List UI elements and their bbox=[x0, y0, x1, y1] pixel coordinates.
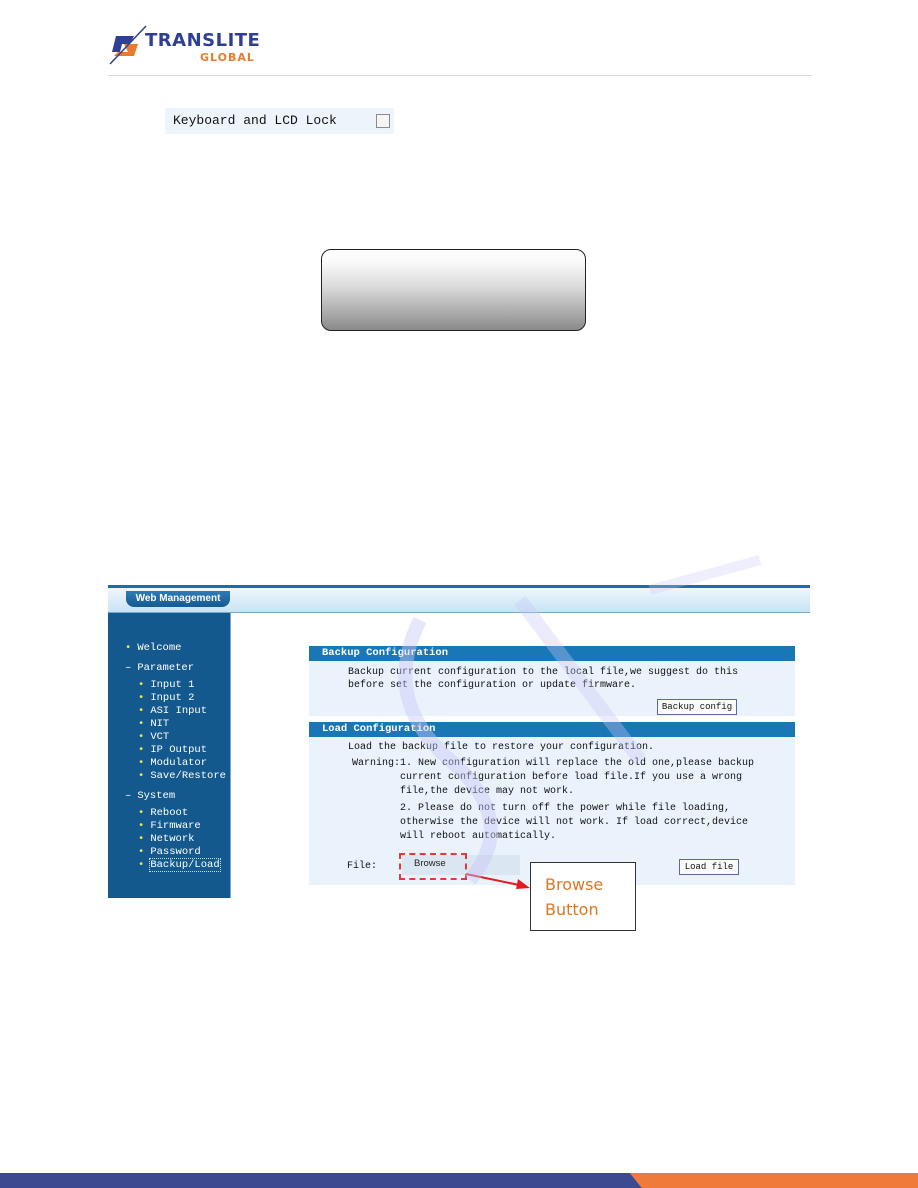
sidebar-item-asi-input[interactable]: • ASI Input bbox=[138, 705, 207, 717]
collapse-dash-icon: – bbox=[125, 662, 132, 674]
sidebar-label: Firmware bbox=[150, 820, 201, 832]
sidebar-item-network[interactable]: • Network bbox=[138, 833, 194, 845]
sidebar-item-ip-output[interactable]: • IP Output bbox=[138, 744, 207, 756]
load-section-title: Load Configuration bbox=[309, 722, 795, 737]
sidebar-label: Input 1 bbox=[150, 679, 195, 691]
sidebar-label: Network bbox=[150, 833, 195, 845]
bullet-icon: • bbox=[138, 820, 145, 832]
sidebar-item-firmware[interactable]: • Firmware bbox=[138, 820, 201, 832]
browse-button-callout: Browse Button bbox=[530, 862, 636, 931]
sidebar-item-input-2[interactable]: • Input 2 bbox=[138, 692, 194, 704]
sidebar-group-parameter[interactable]: – Parameter bbox=[125, 662, 194, 674]
sidebar-item-reboot[interactable]: • Reboot bbox=[138, 807, 188, 819]
sidebar-label: Backup/Load bbox=[149, 858, 221, 872]
backup-description-line1: Backup current configuration to the loca… bbox=[348, 667, 739, 678]
backup-section-title: Backup Configuration bbox=[309, 646, 795, 661]
tab-web-management[interactable]: Web Management bbox=[126, 591, 230, 607]
keyboard-lock-row: Keyboard and LCD Lock bbox=[165, 108, 394, 134]
brand-logo: TRANSLITE GLOBAL bbox=[108, 22, 268, 66]
sidebar-label: Save/Restore bbox=[150, 770, 226, 782]
sidebar-item-backup-load[interactable]: • Backup/Load bbox=[138, 858, 221, 872]
brand-subname: GLOBAL bbox=[200, 51, 255, 64]
warning-label: Warning: bbox=[352, 758, 401, 769]
sidebar-label: Password bbox=[150, 846, 201, 858]
sidebar-group-system[interactable]: – System bbox=[125, 790, 175, 802]
warning2-line2: otherwise the device will not work. If l… bbox=[400, 817, 749, 828]
sidebar-label: Modulator bbox=[150, 757, 208, 769]
browse-highlight-box bbox=[399, 853, 467, 880]
sidebar-item-nit[interactable]: • NIT bbox=[138, 718, 169, 730]
sidebar-label: ASI Input bbox=[150, 705, 208, 717]
sidebar-label: System bbox=[137, 790, 176, 802]
bullet-icon: • bbox=[138, 692, 145, 704]
bullet-icon: • bbox=[138, 807, 145, 819]
warning2-line3: will reboot automatically. bbox=[400, 831, 557, 842]
file-label: File: bbox=[347, 861, 378, 872]
load-file-button[interactable]: Load file bbox=[679, 859, 739, 875]
warning2-line1: 2. Please do not turn off the power whil… bbox=[400, 803, 731, 814]
bullet-icon: • bbox=[138, 679, 145, 691]
bullet-icon: • bbox=[138, 859, 145, 871]
footer-bar bbox=[0, 1173, 918, 1188]
warning1-line2: current configuration before load file.I… bbox=[400, 772, 743, 783]
bullet-icon: • bbox=[138, 718, 145, 730]
web-sidebar-nav: • Welcome – Parameter • Input 1 • Input 2 • ASI I… bbox=[108, 613, 230, 898]
sidebar-label: Input 2 bbox=[150, 692, 195, 704]
footer-bar-orange bbox=[630, 1173, 918, 1188]
sidebar-item-vct[interactable]: • VCT bbox=[138, 731, 169, 743]
bullet-icon: • bbox=[138, 705, 145, 717]
sidebar-item-modulator[interactable]: • Modulator bbox=[138, 757, 207, 769]
callout-arrow-icon bbox=[465, 873, 530, 889]
web-management-window: Web Management • Welcome – Parameter • Input … bbox=[108, 585, 810, 898]
collapse-dash-icon: – bbox=[125, 790, 132, 802]
footer-bar-blue bbox=[0, 1173, 642, 1188]
bullet-icon: • bbox=[138, 731, 145, 743]
sidebar-item-save-restore[interactable]: • Save/Restore bbox=[138, 770, 226, 782]
keyboard-lock-checkbox[interactable] bbox=[376, 114, 390, 128]
web-topbar: Web Management bbox=[108, 585, 810, 613]
load-configuration-section: Load Configuration Load the backup file … bbox=[309, 722, 795, 885]
sidebar-label: VCT bbox=[150, 731, 170, 743]
callout-line1: Browse bbox=[545, 875, 604, 894]
backup-configuration-section: Backup Configuration Backup current conf… bbox=[309, 646, 795, 716]
backup-description-line2: before set the configuration or update f… bbox=[348, 680, 637, 691]
sidebar-label: Welcome bbox=[137, 642, 182, 654]
bullet-icon: • bbox=[138, 744, 145, 756]
sidebar-label: IP Output bbox=[150, 744, 208, 756]
brand-name: TRANSLITE bbox=[145, 30, 261, 51]
load-description: Load the backup file to restore your con… bbox=[348, 742, 655, 753]
sidebar-item-welcome[interactable]: • Welcome bbox=[125, 642, 181, 654]
bullet-icon: • bbox=[138, 833, 145, 845]
lcd-display-panel bbox=[321, 249, 586, 331]
bullet-icon: • bbox=[138, 770, 145, 782]
warning1-line3: file,the device may not work. bbox=[400, 786, 575, 797]
sidebar-label: Parameter bbox=[137, 662, 195, 674]
callout-line2: Button bbox=[545, 900, 599, 919]
keyboard-lock-label: Keyboard and LCD Lock bbox=[173, 113, 337, 128]
warning1-line1: 1. New configuration will replace the ol… bbox=[400, 758, 755, 769]
sidebar-label: Reboot bbox=[150, 807, 189, 819]
backup-config-button[interactable]: Backup config bbox=[657, 699, 737, 715]
bullet-icon: • bbox=[138, 846, 145, 858]
sidebar-item-password[interactable]: • Password bbox=[138, 846, 201, 858]
callout-text: Browse Button bbox=[545, 872, 635, 922]
sidebar-item-input-1[interactable]: • Input 1 bbox=[138, 679, 194, 691]
sidebar-divider bbox=[230, 613, 231, 898]
bullet-icon: • bbox=[138, 757, 145, 769]
sidebar-label: NIT bbox=[150, 718, 170, 730]
header-divider bbox=[108, 75, 812, 76]
bullet-icon: • bbox=[125, 642, 132, 654]
